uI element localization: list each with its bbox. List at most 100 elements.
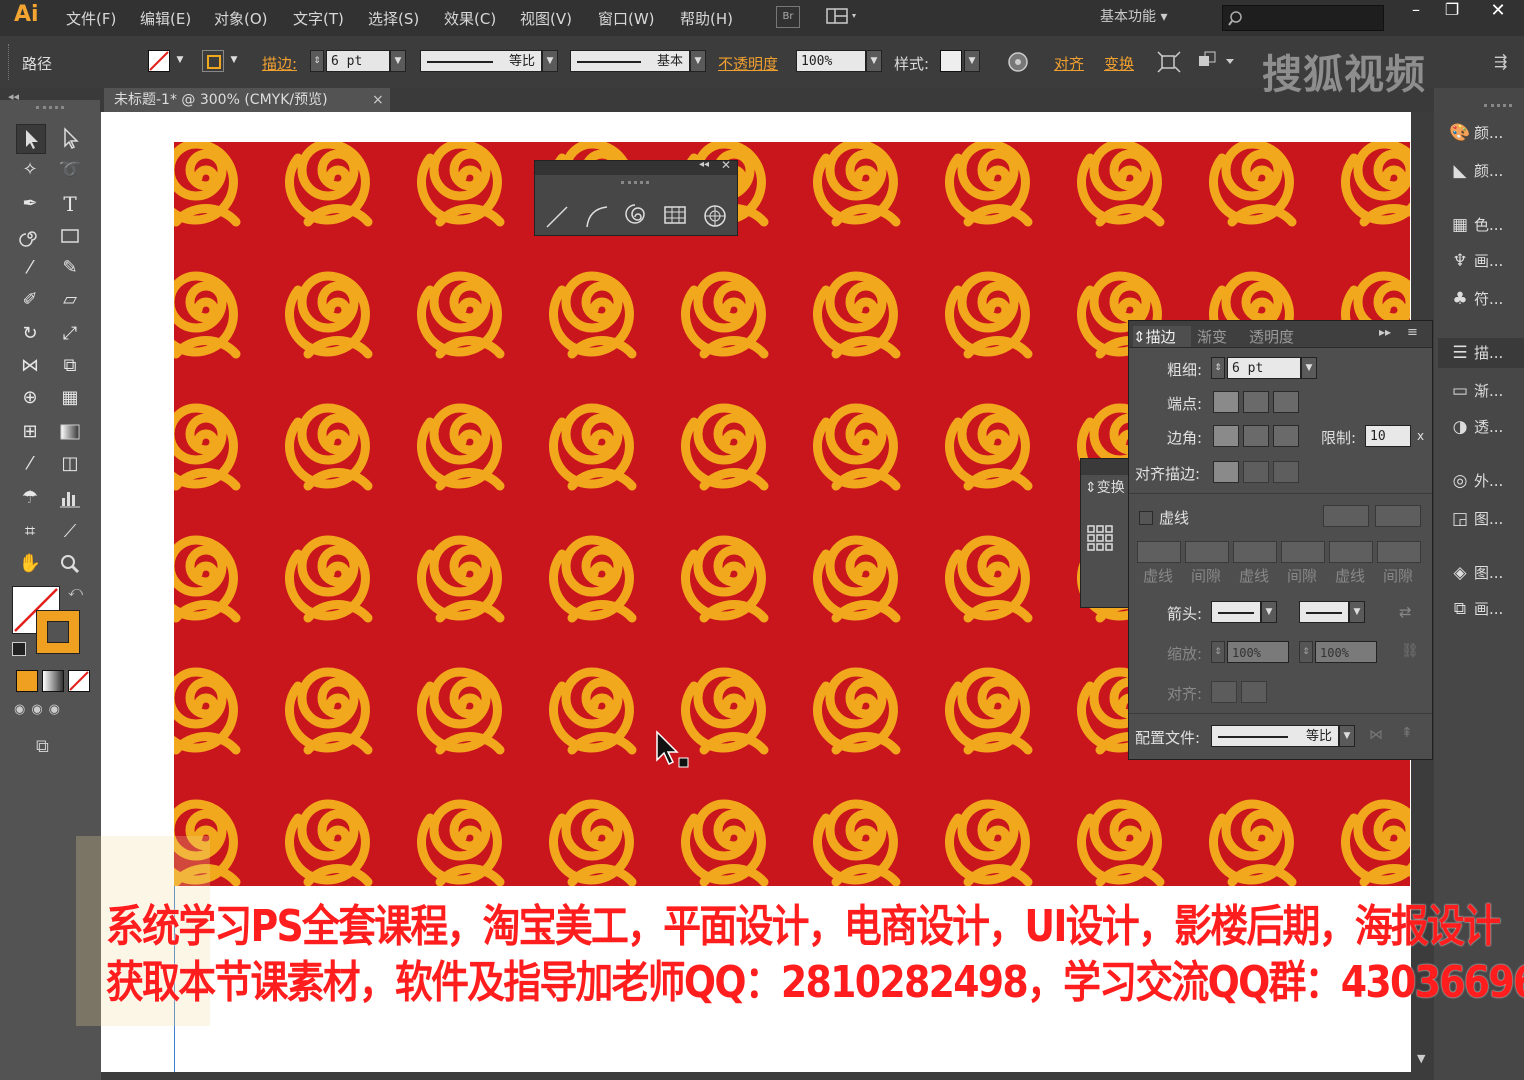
tab-transparency[interactable]: 透明度 [1249, 326, 1294, 347]
graphic-style-dropdown[interactable]: ▼ [964, 50, 980, 72]
menu-file[interactable]: 文件(F) [66, 8, 116, 29]
screen-mode-button[interactable]: ⧉ [36, 736, 49, 757]
align-outside-button[interactable] [1273, 461, 1299, 483]
rectangle-tool[interactable] [56, 222, 84, 250]
artboard-tool[interactable]: ⌗ [16, 518, 44, 546]
default-colors-icon[interactable] [12, 642, 26, 656]
dock-artboards[interactable]: ⧉ 画... [1446, 594, 1524, 624]
arrow-tip-beyond-button[interactable] [1211, 681, 1237, 703]
blob-brush-tool[interactable]: ✐ [16, 286, 44, 314]
paintbrush-tool[interactable]: ⁄ [16, 254, 44, 282]
round-join-button[interactable] [1243, 425, 1269, 447]
transform-panel-titlebar[interactable] [1081, 459, 1129, 475]
brush-definition[interactable]: 基本 [570, 50, 690, 72]
align-center-button[interactable] [1213, 461, 1239, 483]
arrow-tip-at-end-button[interactable] [1241, 681, 1267, 703]
drawing-modes[interactable]: ◉◉◉ [14, 702, 90, 722]
dock-swatches[interactable]: ▦ 色... [1446, 210, 1524, 240]
dock-stroke[interactable]: ☰ 描... [1438, 338, 1524, 368]
round-cap-button[interactable] [1243, 391, 1269, 413]
tab-gradient[interactable]: 渐变 [1197, 326, 1227, 347]
palette-collapse-icon[interactable]: ◂◂ [699, 159, 709, 170]
align-inside-button[interactable] [1243, 461, 1269, 483]
dock-brushes[interactable]: ♆ 画... [1446, 246, 1524, 276]
pen-tool[interactable]: ✒ [16, 190, 44, 218]
line-segment-icon[interactable] [546, 206, 568, 228]
symbol-sprayer-tool[interactable]: ☂ [16, 484, 44, 512]
close-tab-icon[interactable]: × [372, 88, 384, 112]
dock-transparency[interactable]: ◑ 透... [1446, 412, 1524, 442]
variable-width-profile[interactable]: 等比 [420, 50, 542, 72]
dock-layers[interactable]: ◈ 图... [1446, 558, 1524, 588]
end-scale-input[interactable]: 100% [1315, 641, 1377, 663]
stroke-swatch[interactable] [202, 50, 224, 72]
menu-effect[interactable]: 效果(C) [444, 8, 496, 29]
stroke-panel-link[interactable]: 描边: [262, 53, 297, 74]
transform-panel-tab[interactable]: ⇕变换 [1085, 477, 1125, 497]
magic-wand-tool[interactable]: ✧ [16, 156, 44, 184]
butt-cap-button[interactable] [1213, 391, 1239, 413]
selection-tool[interactable] [16, 124, 46, 154]
rectangular-grid-icon[interactable] [664, 206, 686, 224]
menu-help[interactable]: 帮助(H) [680, 8, 733, 29]
flip-across-icon[interactable]: ⇞ [1401, 725, 1413, 741]
end-arrowhead-dropdown[interactable]: ▼ [1349, 601, 1365, 623]
transform-panel-link[interactable]: 变换 [1104, 53, 1134, 74]
horizontal-scrollbar[interactable] [101, 1072, 1434, 1080]
minimize-button[interactable]: – [1398, 0, 1434, 20]
reference-point-icon[interactable] [1087, 525, 1113, 551]
profile-dropdown[interactable]: ▼ [542, 50, 558, 72]
bevel-join-button[interactable] [1273, 425, 1299, 447]
none-mode-button[interactable] [68, 670, 90, 692]
gap-2-input[interactable] [1281, 541, 1325, 563]
spiral-tool[interactable] [16, 222, 44, 250]
end-arrowhead-select[interactable] [1299, 601, 1349, 623]
menu-select[interactable]: 选择(S) [368, 8, 419, 29]
stroke-dropdown[interactable]: ▼ [226, 50, 242, 72]
column-graph-tool[interactable] [56, 484, 84, 512]
projecting-cap-button[interactable] [1273, 391, 1299, 413]
miter-join-button[interactable] [1213, 425, 1239, 447]
link-scale-icon[interactable]: ⛓ [1401, 643, 1419, 659]
perspective-grid-tool[interactable]: ▦ [56, 384, 84, 412]
palette-titlebar[interactable]: ◂◂ ✕ [535, 158, 737, 175]
dock-gradient[interactable]: ▭ 渐... [1446, 376, 1524, 406]
start-scale-input[interactable]: 100% [1227, 641, 1289, 663]
select-similar-button[interactable] [1196, 50, 1240, 74]
align-panel-link[interactable]: 对齐 [1054, 53, 1084, 74]
workspace-switcher[interactable]: 基本功能 ▾ [1100, 6, 1167, 26]
tab-stroke[interactable]: ⇕描边 [1133, 326, 1191, 347]
slice-tool[interactable]: ⟋ [56, 518, 84, 546]
maximize-button[interactable]: ❐ [1434, 0, 1470, 20]
opacity-input[interactable]: 100% [796, 50, 866, 72]
weight-input[interactable]: 6 pt [1227, 357, 1301, 379]
help-search-input[interactable] [1222, 5, 1384, 31]
menu-view[interactable]: 视图(V) [520, 8, 572, 29]
gap-3-input[interactable] [1377, 541, 1421, 563]
isolate-group-button[interactable] [1156, 50, 1182, 74]
recolor-artwork-button[interactable] [1006, 50, 1030, 74]
close-window-button[interactable]: ✕ [1480, 0, 1516, 21]
width-profile-select[interactable]: 等比 [1211, 725, 1339, 747]
menu-type[interactable]: 文字(T) [293, 8, 344, 29]
menu-object[interactable]: 对象(O) [214, 8, 268, 29]
direct-selection-tool[interactable] [56, 124, 84, 152]
scale-2-stepper[interactable]: ⇕ [1299, 641, 1313, 663]
eyedropper-tool[interactable]: ⁄ [16, 450, 44, 478]
color-mode-button[interactable] [16, 670, 38, 692]
panel-menu-icon[interactable]: ≡ [1407, 325, 1418, 340]
dock-appearance[interactable]: ◎ 外... [1446, 466, 1524, 496]
stroke-weight-stepper[interactable]: ⇕ [310, 50, 324, 72]
panel-expand-icon[interactable]: ▸▸ [1379, 325, 1391, 339]
lasso-tool[interactable]: ➰ [56, 156, 84, 184]
arc-icon[interactable] [586, 206, 608, 228]
graphic-style-swatch[interactable] [940, 50, 962, 72]
dock-color-guide[interactable]: ◣ 颜... [1446, 156, 1524, 186]
dock-color[interactable]: 🎨 颜... [1446, 118, 1524, 148]
palette-close-icon[interactable]: ✕ [721, 158, 731, 172]
free-transform-tool[interactable]: ⧉ [56, 352, 84, 380]
dash-3-input[interactable] [1329, 541, 1373, 563]
control-bar-menu-icon[interactable]: ⇶ [1494, 52, 1507, 71]
polar-grid-icon[interactable] [704, 205, 726, 227]
width-tool[interactable]: ⋈ [16, 352, 44, 380]
